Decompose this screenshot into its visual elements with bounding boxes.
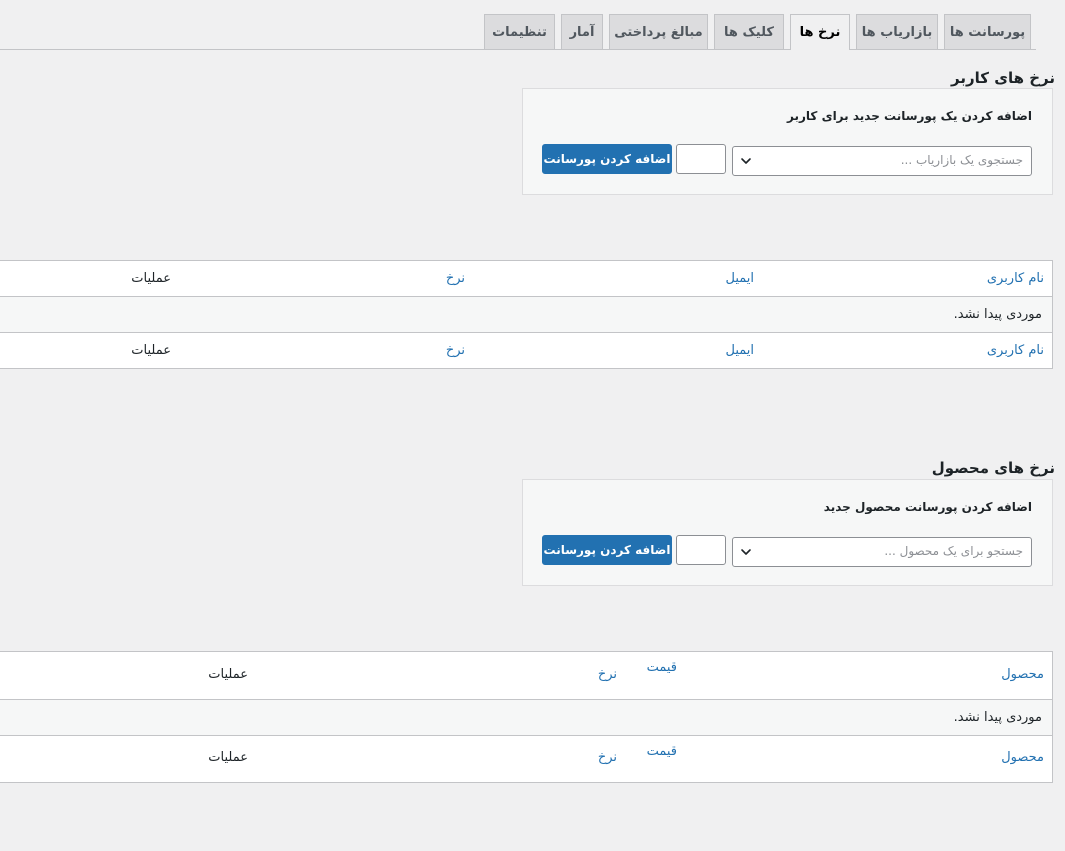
column-rate[interactable]: نرخ <box>598 750 617 765</box>
column-username[interactable]: نام کاربری <box>987 271 1044 286</box>
column-price[interactable]: قیمت <box>647 660 677 675</box>
tab-stats[interactable]: آمار <box>561 14 603 49</box>
product-rates-table: محصول قیمت نرخ عملیات موردی پیدا نشد. مح… <box>0 651 1053 783</box>
add-user-commission-button[interactable]: اضافه کردن پورسانت <box>542 144 672 174</box>
column-product[interactable]: محصول <box>1001 750 1044 765</box>
column-rate[interactable]: نرخ <box>446 271 465 286</box>
table-header-row: نام کاربری ایمیل نرخ عملیات <box>0 261 1052 297</box>
chevron-down-icon <box>741 549 751 555</box>
tab-rates[interactable]: نرخ ها <box>790 14 850 50</box>
table-footer-row: نام کاربری ایمیل نرخ عملیات <box>0 333 1052 368</box>
column-email[interactable]: ایمیل <box>725 271 754 286</box>
column-rate[interactable]: نرخ <box>598 667 617 682</box>
add-product-rate-box: اضافه کردن پورسانت محصول جدید جستجو برای… <box>522 479 1053 586</box>
affiliate-search-placeholder: جستجوی یک بازاریاب ... <box>900 153 1023 167</box>
add-product-commission-button[interactable]: اضافه کردن پورسانت <box>542 535 672 565</box>
user-rates-title: نرخ های کاربر <box>951 69 1055 87</box>
add-user-rate-box: اضافه کردن یک پورسانت جدید برای کاربر جس… <box>522 88 1053 195</box>
affiliate-search-select[interactable]: جستجوی یک بازاریاب ... <box>732 146 1032 176</box>
product-rate-input[interactable] <box>676 535 726 565</box>
empty-row: موردی پیدا نشد. <box>0 700 1052 736</box>
column-actions: عملیات <box>131 343 171 358</box>
empty-message: موردی پیدا نشد. <box>953 710 1042 725</box>
add-product-rate-title: اضافه کردن پورسانت محصول جدید <box>823 500 1032 514</box>
empty-message: موردی پیدا نشد. <box>953 307 1042 322</box>
product-rates-title: نرخ های محصول <box>931 459 1055 477</box>
user-rates-table: نام کاربری ایمیل نرخ عملیات موردی پیدا ن… <box>0 260 1053 369</box>
tab-settings[interactable]: تنظیمات <box>484 14 555 49</box>
column-email[interactable]: ایمیل <box>725 343 754 358</box>
tab-clicks[interactable]: کلیک ها <box>714 14 784 49</box>
user-rate-input[interactable] <box>676 144 726 174</box>
tab-payouts[interactable]: مبالغ پرداختی <box>609 14 708 49</box>
table-header-row: محصول قیمت نرخ عملیات <box>0 652 1052 700</box>
column-price[interactable]: قیمت <box>647 744 677 759</box>
table-footer-row: محصول قیمت نرخ عملیات <box>0 736 1052 782</box>
chevron-down-icon <box>741 158 751 164</box>
empty-row: موردی پیدا نشد. <box>0 297 1052 333</box>
column-actions: عملیات <box>131 271 171 286</box>
nav-tab-divider <box>0 49 1036 50</box>
column-rate[interactable]: نرخ <box>446 343 465 358</box>
tab-commissions[interactable]: پورسانت ها <box>944 14 1031 49</box>
add-user-rate-title: اضافه کردن یک پورسانت جدید برای کاربر <box>787 109 1032 123</box>
nav-tab-wrapper: پورسانت ها بازاریاب ها نرخ ها کلیک ها مب… <box>0 0 1065 50</box>
column-actions: عملیات <box>208 750 248 765</box>
column-username[interactable]: نام کاربری <box>987 343 1044 358</box>
product-search-placeholder: جستجو برای یک محصول ... <box>884 544 1023 558</box>
column-actions: عملیات <box>208 667 248 682</box>
column-product[interactable]: محصول <box>1001 667 1044 682</box>
product-search-select[interactable]: جستجو برای یک محصول ... <box>732 537 1032 567</box>
tab-affiliates[interactable]: بازاریاب ها <box>856 14 938 49</box>
